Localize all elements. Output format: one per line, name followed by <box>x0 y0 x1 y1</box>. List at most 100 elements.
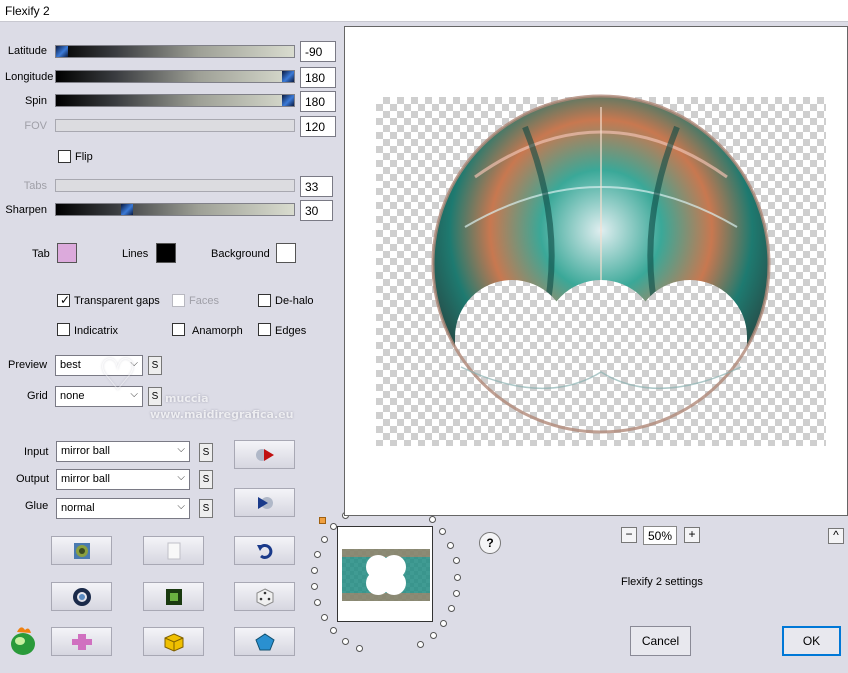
tab-color-label: Tab <box>32 248 50 260</box>
copy-button[interactable] <box>143 536 204 565</box>
de-halo-label: De-halo <box>275 295 314 307</box>
indicatrix-checkbox[interactable] <box>57 323 70 336</box>
pentagon-button[interactable] <box>234 627 295 656</box>
pink-cross-button[interactable] <box>51 627 112 656</box>
preset-slot[interactable] <box>454 573 462 581</box>
latitude-slider[interactable] <box>55 45 295 58</box>
preset-slot[interactable] <box>429 631 437 639</box>
latitude-input[interactable]: -90 <box>300 41 336 62</box>
preset-slot[interactable] <box>439 527 447 535</box>
chevron-down-icon: ⌵ <box>177 444 185 455</box>
transparent-gaps-label: Transparent gaps <box>74 295 160 307</box>
longitude-input[interactable]: 180 <box>300 67 336 88</box>
input-file-button[interactable] <box>234 440 295 469</box>
zoom-level: 50% <box>643 526 677 545</box>
collapse-button[interactable]: ^ <box>828 528 844 544</box>
yellow-cube-button[interactable] <box>143 627 204 656</box>
sharpen-input[interactable]: 30 <box>300 200 333 221</box>
fov-input[interactable]: 120 <box>300 116 336 137</box>
preset-slot[interactable] <box>417 641 425 649</box>
spin-thumb[interactable] <box>282 95 294 106</box>
preset-slot[interactable] <box>330 626 338 634</box>
tab-color-swatch[interactable] <box>57 243 77 263</box>
random-preset-button[interactable] <box>51 536 112 565</box>
glue-s-button[interactable]: S <box>199 499 213 518</box>
longitude-label: Longitude <box>5 71 54 83</box>
input-arrow-icon <box>255 448 274 461</box>
lines-color-swatch[interactable] <box>156 243 176 263</box>
output-s-button[interactable]: S <box>199 470 213 489</box>
de-halo-checkbox[interactable] <box>258 294 271 307</box>
preset-slot[interactable] <box>310 583 318 591</box>
preset-slot[interactable] <box>320 535 328 543</box>
preset-slot[interactable] <box>314 550 322 558</box>
tabs-input[interactable]: 33 <box>300 176 333 197</box>
transparent-gaps-checkbox[interactable]: ✓ <box>57 293 70 307</box>
frame-button[interactable] <box>143 582 204 611</box>
preview-pane <box>344 26 848 516</box>
output-file-button[interactable] <box>234 488 295 517</box>
glue-value: normal <box>61 502 95 514</box>
spin-input[interactable]: 180 <box>300 91 336 112</box>
latitude-thumb[interactable] <box>56 46 68 57</box>
cube-icon <box>164 632 183 652</box>
preset-slot[interactable] <box>452 557 460 565</box>
preset-slot[interactable] <box>428 516 436 524</box>
background-color-swatch[interactable] <box>276 243 296 263</box>
preset-slot[interactable] <box>447 541 455 549</box>
preview-mode-s-button[interactable]: S <box>148 356 162 375</box>
input-select[interactable]: mirror ball ⌵ <box>56 441 190 462</box>
glue-select[interactable]: normal ⌵ <box>56 498 190 519</box>
cancel-button[interactable]: Cancel <box>630 626 691 656</box>
sharpen-thumb[interactable] <box>121 204 133 215</box>
ring-handle[interactable] <box>319 517 326 524</box>
preset-slot[interactable] <box>440 619 448 627</box>
edges-label: Edges <box>275 325 307 337</box>
preset-slot[interactable] <box>314 599 322 607</box>
watermark-name: muccia <box>165 392 209 405</box>
preset-slot[interactable] <box>448 605 456 613</box>
background-color-label: Background <box>211 248 270 260</box>
ring-icon <box>72 587 91 606</box>
frame-icon <box>165 588 182 605</box>
grid-label: Grid <box>27 390 48 402</box>
preset-slot[interactable] <box>453 589 460 597</box>
preview-mode-label: Preview <box>8 359 48 371</box>
longitude-thumb[interactable] <box>282 71 294 82</box>
page-icon <box>167 542 180 559</box>
zoom-out-button[interactable]: − <box>621 527 637 543</box>
grid-s-button[interactable]: S <box>148 387 162 406</box>
preset-slot[interactable] <box>310 566 318 574</box>
longitude-slider[interactable] <box>55 70 295 83</box>
anamorph-checkbox[interactable] <box>172 323 185 336</box>
undo-button[interactable] <box>234 536 295 565</box>
preview-image <box>431 94 771 434</box>
input-s-button[interactable]: S <box>199 443 213 462</box>
dice-button[interactable] <box>234 582 295 611</box>
watermark-url: www.maidiregrafica.eu <box>150 408 294 421</box>
edges-checkbox[interactable] <box>258 323 271 336</box>
faces-checkbox <box>172 294 185 307</box>
flip-checkbox[interactable] <box>58 150 71 163</box>
ring-button[interactable] <box>51 582 112 611</box>
input-value: mirror ball <box>61 445 110 457</box>
glue-label: Glue <box>25 500 49 512</box>
preset-thumbnail[interactable] <box>337 526 433 622</box>
flaming-pear-logo-icon <box>11 627 35 655</box>
preset-slot[interactable] <box>342 637 350 645</box>
spin-slider[interactable] <box>55 94 295 107</box>
fov-label: FOV <box>24 120 47 132</box>
preset-slot[interactable] <box>355 645 363 653</box>
lines-color-label: Lines <box>122 248 149 260</box>
zoom-in-button[interactable]: + <box>684 527 700 543</box>
output-select[interactable]: mirror ball ⌵ <box>56 469 190 490</box>
sharpen-slider[interactable] <box>55 203 295 216</box>
sharpen-label: Sharpen <box>5 204 47 216</box>
indicatrix-label: Indicatrix <box>74 325 119 337</box>
help-button[interactable]: ? <box>479 532 501 554</box>
input-label: Input <box>24 446 49 458</box>
preset-slot[interactable] <box>329 522 337 530</box>
thumbnail-image <box>342 549 430 601</box>
preset-slot[interactable] <box>320 613 328 621</box>
ok-button[interactable]: OK <box>782 626 841 656</box>
